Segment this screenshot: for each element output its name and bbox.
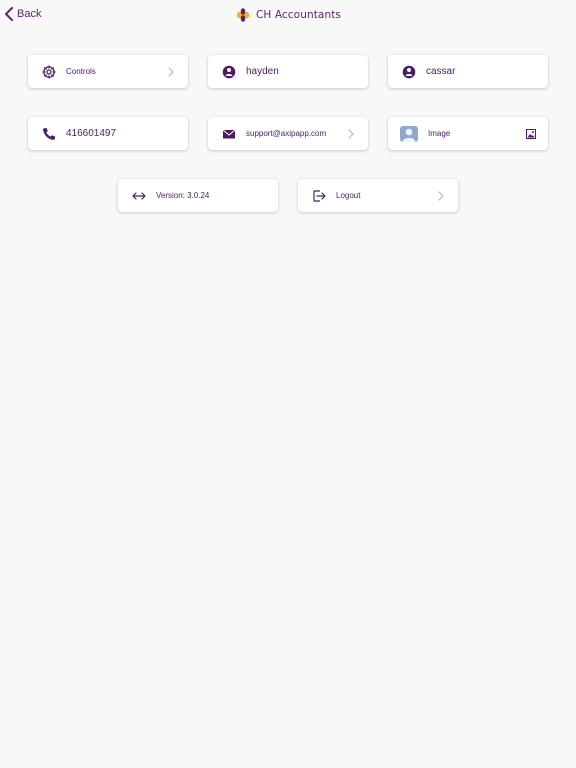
- first-name-card[interactable]: hayden: [208, 55, 368, 88]
- logout-label: Logout: [336, 191, 361, 200]
- user-circle-icon: [222, 65, 236, 79]
- last-name-label: cassar: [426, 66, 456, 77]
- email-label: support@axipapp.com: [246, 129, 327, 138]
- last-name-card[interactable]: cassar: [388, 55, 548, 88]
- chevron-right-icon: [346, 128, 356, 139]
- version-card[interactable]: Version: 3.0.24: [118, 179, 278, 212]
- chevron-right-icon: [166, 66, 176, 77]
- email-card[interactable]: support@axipapp.com: [208, 117, 368, 150]
- brand: CH Accountants: [0, 7, 576, 23]
- controls-label: Controls: [66, 67, 96, 76]
- controls-card[interactable]: Controls: [28, 55, 188, 88]
- image-icon[interactable]: [526, 128, 536, 139]
- phone-icon: [42, 127, 56, 141]
- logout-card[interactable]: Logout: [298, 179, 458, 212]
- image-label: Image: [428, 129, 451, 138]
- user-circle-icon: [402, 65, 416, 79]
- gear-icon: [42, 64, 56, 79]
- envelope-icon: [222, 127, 236, 141]
- chevron-right-icon: [436, 190, 446, 201]
- phone-label: 416601497: [66, 128, 117, 139]
- version-label: Version: 3.0.24: [156, 191, 210, 200]
- brand-logo-icon: [236, 8, 250, 22]
- avatar-icon: [400, 125, 418, 142]
- logout-icon: [312, 189, 326, 203]
- header-bar: Back CH Accountants: [0, 0, 576, 32]
- first-name-label: hayden: [246, 66, 279, 77]
- brand-name: CH Accountants: [255, 9, 342, 21]
- image-card[interactable]: Image: [388, 117, 548, 150]
- phone-card[interactable]: 416601497: [28, 117, 188, 150]
- code-icon: [132, 189, 146, 203]
